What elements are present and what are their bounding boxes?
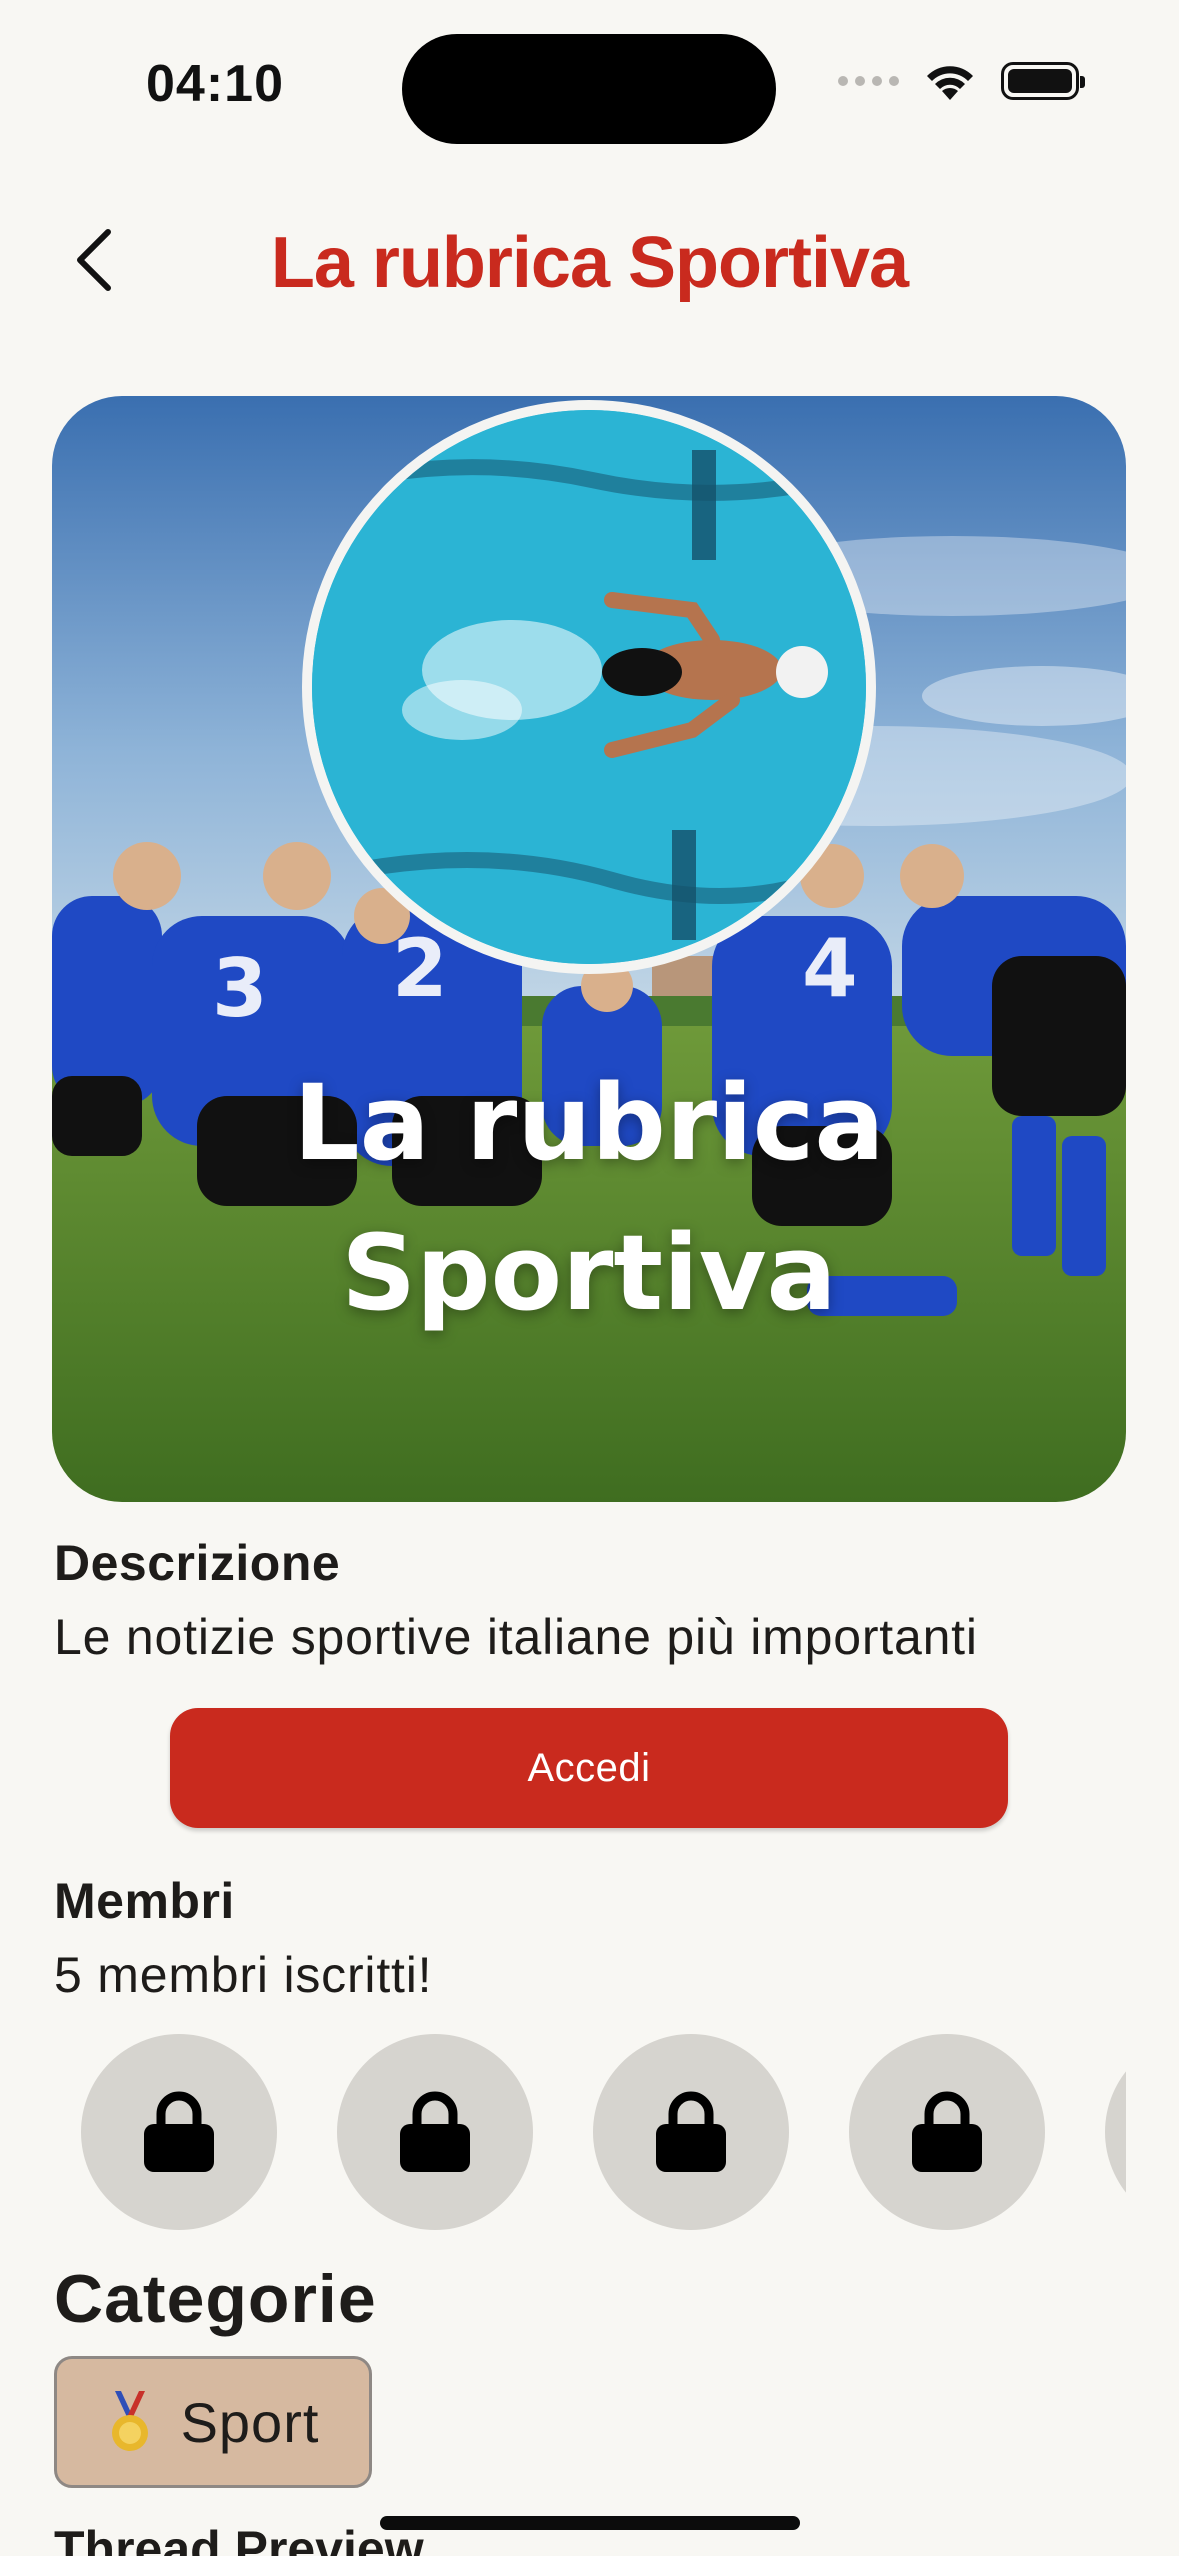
dynamic-island (402, 34, 776, 144)
members-list[interactable] (52, 2034, 1126, 2234)
lock-icon (656, 2091, 726, 2172)
members-label: Membri (54, 1873, 235, 1929)
svg-text:4: 4 (802, 922, 858, 1015)
thread-preview-title: Thread Preview (54, 2521, 424, 2556)
description-label: Descrizione (54, 1535, 341, 1591)
member-avatar[interactable] (81, 2034, 277, 2230)
categories-title: Categorie (54, 2261, 377, 2337)
status-icons (838, 60, 1085, 102)
swimmer-image (312, 410, 866, 964)
community-cover: 3 2 4 La rubrica Sportiva (52, 396, 1126, 1502)
join-button[interactable]: Accedi (170, 1708, 1008, 1828)
member-avatar[interactable] (593, 2034, 789, 2230)
lock-icon (912, 2091, 982, 2172)
member-avatar[interactable] (849, 2034, 1045, 2230)
svg-text:3: 3 (212, 942, 268, 1035)
cover-title-line-1: La rubrica (293, 1062, 885, 1184)
cellular-signal-icon (838, 76, 899, 86)
category-chip-label: Sport (180, 2390, 320, 2454)
members-count: 5 membri iscritti! (54, 1947, 433, 2003)
category-chip-sport[interactable]: Sport (54, 2356, 372, 2488)
medal-icon (111, 2391, 148, 2451)
status-time: 04:10 (146, 55, 284, 113)
cover-title-line-2: Sportiva (341, 1212, 837, 1334)
community-avatar (302, 400, 876, 974)
member-avatar[interactable] (337, 2034, 533, 2230)
wifi-icon (927, 66, 973, 100)
description-text: Le notizie sportive italiane più importa… (54, 1609, 978, 1665)
lock-icon (400, 2091, 470, 2172)
member-avatar[interactable] (1105, 2034, 1126, 2230)
home-indicator[interactable] (380, 2516, 800, 2530)
page-title: La rubrica Sportiva (270, 223, 909, 303)
cover-title: La rubrica Sportiva (52, 1048, 1126, 1348)
lock-icon (144, 2091, 214, 2172)
battery-icon (1001, 62, 1085, 100)
community-screen: 04:10 La rubrica Sportiva 3 2 4 La rubri… (0, 0, 1179, 2556)
svg-text:2: 2 (392, 922, 448, 1015)
